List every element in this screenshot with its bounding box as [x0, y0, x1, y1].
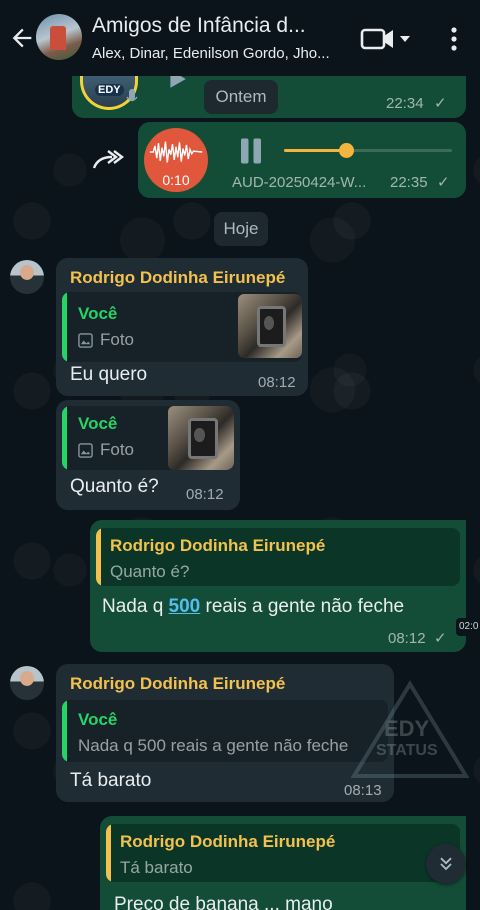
chat-header: Amigos de Infância d... Alex, Dinar, Ede… — [0, 0, 480, 76]
quote-bar — [62, 700, 67, 762]
group-participants[interactable]: Alex, Dinar, Edenilson Gordo, Jho... — [92, 45, 342, 62]
sent-check-icon: ✓ — [434, 630, 447, 647]
audio-file-badge: 0:10 — [144, 128, 208, 192]
dropdown-arrow-icon — [400, 36, 410, 42]
quoted-message[interactable]: Você Foto — [62, 406, 234, 470]
message-time: 08:12 — [388, 630, 426, 647]
incoming-message[interactable]: Rodrigo Dodinha Eirunepé Você Nada q 500… — [56, 664, 394, 802]
microphone-icon — [126, 89, 138, 102]
scroll-down-icon — [440, 857, 452, 871]
group-avatar[interactable] — [36, 14, 82, 60]
quote-bar — [96, 528, 101, 586]
incoming-message[interactable]: Rodrigo Dodinha Eirunepé Você Foto Eu qu… — [56, 258, 308, 396]
quote-bar — [62, 406, 67, 470]
quoted-message[interactable]: Rodrigo Dodinha Eirunepé Tá barato — [106, 824, 460, 882]
group-title[interactable]: Amigos de Infância d... — [92, 14, 342, 38]
forward-icon[interactable] — [92, 148, 124, 172]
quote-sender: Você — [78, 414, 118, 433]
quoted-message[interactable]: Rodrigo Dodinha Eirunepé Quanto é? — [96, 528, 460, 586]
message-text: Preço de banana ... mano — [114, 894, 333, 910]
message-text: Eu quero — [70, 364, 148, 385]
quote-text: Foto — [100, 330, 135, 349]
watermark-line-1: EDY — [384, 716, 430, 741]
quoted-message[interactable]: Você Nada q 500 reais a gente não feche — [62, 700, 388, 762]
quote-text: Quanto é? — [110, 562, 190, 581]
photo-icon — [78, 443, 93, 458]
incoming-message[interactable]: Você Foto Quanto é? 08:12 — [56, 400, 240, 510]
message-text: Tá barato — [70, 770, 152, 791]
media-duration-badge: 02:0 — [456, 618, 480, 636]
quote-sender: Rodrigo Dodinha Eirunepé — [120, 832, 336, 851]
quote-text: Nada q 500 reais a gente não feche — [78, 736, 349, 755]
message-time: 08:13 — [344, 782, 382, 799]
message-text-end: reais a gente não feche — [200, 596, 405, 617]
audio-message[interactable]: 0:10 AUD-20250424-W... 22:35 ✓ — [138, 122, 466, 198]
more-options-icon[interactable] — [440, 24, 468, 54]
message-time: 22:34 — [386, 95, 424, 112]
message-time: 08:12 — [258, 374, 296, 391]
sent-check-icon: ✓ — [434, 95, 447, 112]
quoted-message[interactable]: Você Foto — [62, 292, 302, 362]
audio-progress-knob[interactable] — [339, 143, 354, 158]
outgoing-message[interactable]: Rodrigo Dodinha Eirunepé Quanto é? Nada … — [90, 520, 466, 652]
message-text-start: Nada q — [102, 596, 169, 617]
watermark-line-2: STATUS — [376, 742, 438, 759]
quote-bar — [62, 292, 67, 362]
message-time: 08:12 — [186, 486, 224, 503]
sent-check-icon: ✓ — [437, 174, 450, 191]
quote-sender: Você — [78, 304, 118, 323]
sender-name[interactable]: Rodrigo Dodinha Eirunepé — [70, 268, 285, 288]
edy-status-watermark: EDY STATUS — [350, 680, 470, 780]
quote-bar — [106, 824, 111, 882]
message-text: Quanto é? — [70, 476, 159, 497]
back-arrow-icon[interactable] — [8, 24, 36, 52]
sender-avatar[interactable] — [10, 666, 44, 700]
audio-file-name: AUD-20250424-W... — [232, 174, 367, 191]
pause-icon[interactable] — [236, 136, 266, 166]
audio-progress-fill — [284, 149, 346, 152]
date-chip-today: Hoje — [214, 212, 268, 246]
quoted-photo-thumbnail — [238, 294, 302, 358]
quote-text: Foto — [100, 440, 135, 459]
phone-number-link[interactable]: 500 — [169, 596, 201, 617]
outgoing-message[interactable]: Rodrigo Dodinha Eirunepé Tá barato Preço… — [100, 816, 466, 910]
quoted-photo-thumbnail — [168, 406, 234, 470]
video-call-icon[interactable] — [360, 24, 412, 54]
date-chip-yesterday: Ontem — [204, 80, 278, 114]
quote-sender: Você — [78, 710, 118, 729]
quote-sender: Rodrigo Dodinha Eirunepé — [110, 536, 326, 555]
chat-screen: Amigos de Infância d... Alex, Dinar, Ede… — [0, 0, 480, 910]
sender-name[interactable]: Rodrigo Dodinha Eirunepé — [70, 674, 285, 694]
avatar-text: EDY — [95, 84, 124, 96]
message-time: 22:35 — [390, 174, 428, 191]
message-text: Nada q 500 reais a gente não feche — [102, 596, 404, 618]
waveform-icon — [149, 141, 203, 163]
scroll-to-bottom-button[interactable] — [426, 844, 466, 884]
quote-text: Tá barato — [120, 858, 193, 877]
sender-avatar[interactable] — [10, 260, 44, 294]
photo-icon — [78, 333, 93, 348]
audio-elapsed: 0:10 — [162, 172, 190, 188]
audio-progress-track[interactable] — [284, 143, 452, 158]
